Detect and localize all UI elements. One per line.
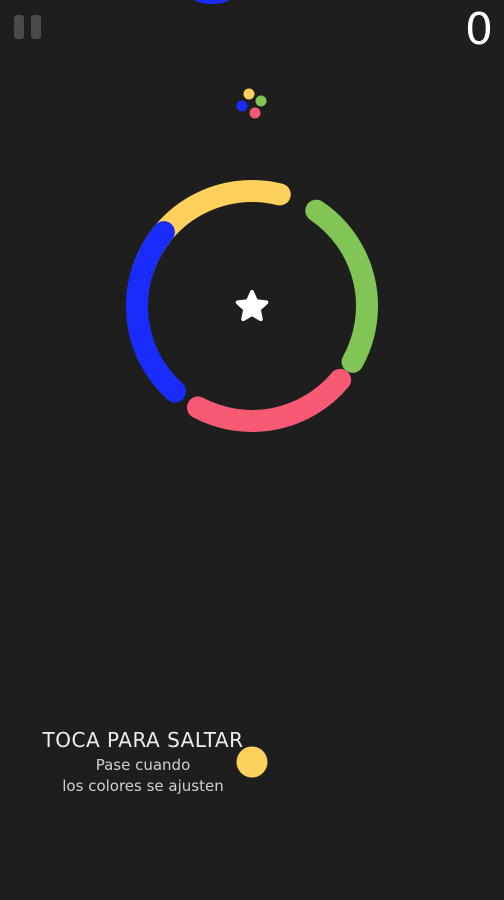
score-counter: 0 <box>465 4 494 55</box>
switcher-dot-yellow <box>243 88 255 100</box>
star-icon <box>235 290 269 322</box>
switcher-dot-green <box>255 95 267 107</box>
tutorial-hint-line-1: Pase cuando <box>95 756 191 774</box>
ring-segment-blue <box>125 221 186 403</box>
switcher-dot-blue <box>236 100 248 112</box>
pause-bar-left <box>14 15 24 39</box>
pause-bar-right <box>31 15 41 39</box>
color-switcher-icon <box>236 88 267 119</box>
tutorial-hint-line-2: los colores se ajusten <box>62 777 224 795</box>
pause-button[interactable] <box>14 15 42 39</box>
switcher-dot-pink <box>249 107 261 119</box>
tutorial-title: TOCA PARA SALTAR <box>42 728 244 752</box>
game-screen[interactable]: 0 TOCA PARA SALTAR Pase cuando los color… <box>0 0 504 900</box>
ring-segment-green <box>305 199 379 373</box>
top-obstacle-fragment <box>194 0 230 4</box>
ring-segment-pink <box>187 368 352 432</box>
